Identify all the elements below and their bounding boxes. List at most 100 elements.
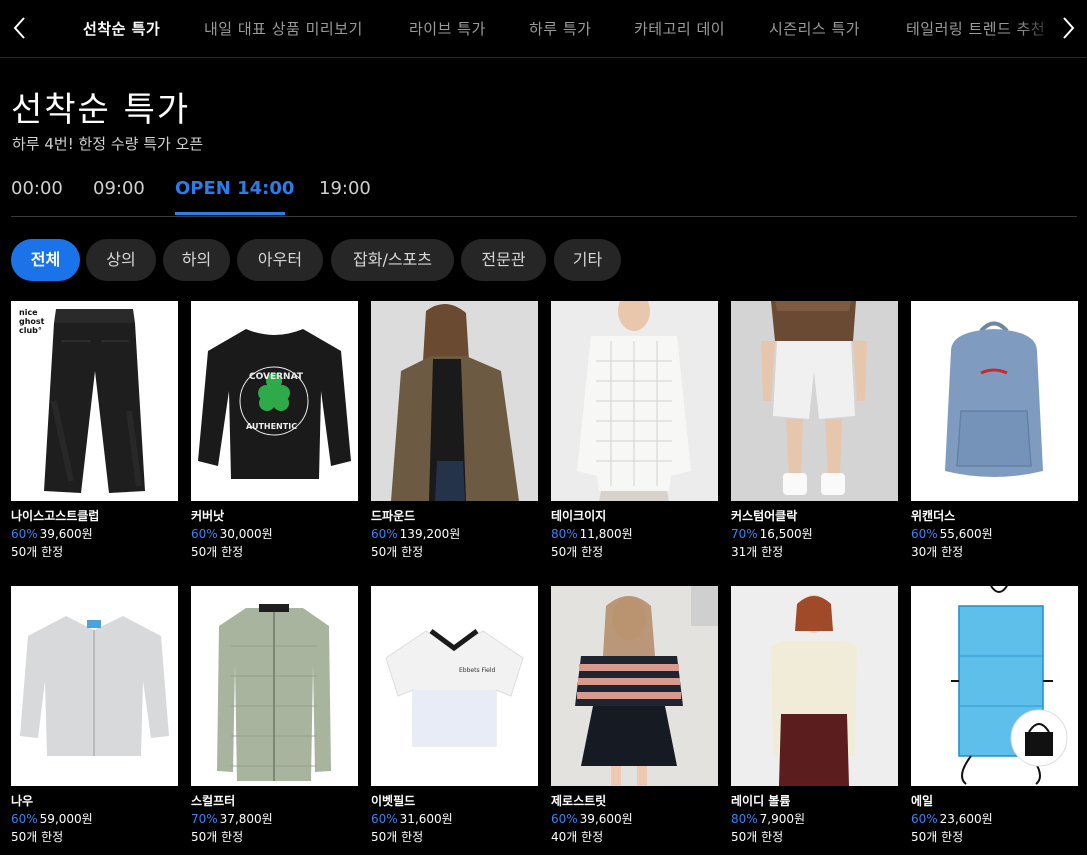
nav-tab-live[interactable]: 라이브 특가: [409, 18, 486, 39]
filter-chip-goods-sports[interactable]: 잡화/스포츠: [331, 239, 454, 281]
filter-chip-bottoms[interactable]: 하의: [163, 239, 230, 281]
product-card[interactable]: 제로스트릿 60% 39,600원 40개 한정: [551, 586, 718, 846]
product-card[interactable]: 드파운드 60% 139,200원 50개 한정: [371, 301, 538, 561]
time-tab-0000[interactable]: 00:00: [11, 178, 63, 199]
product-price: 55,600원: [939, 527, 993, 541]
product-brand: 스컬프터: [191, 794, 236, 808]
product-card[interactable]: nice ghost club° 나이스고스트클럽 60% 39,600원 50개…: [11, 301, 178, 561]
page-title: 선착순 특가: [11, 90, 191, 130]
stock-limit: 30개 한정: [911, 545, 964, 559]
filter-chip-special[interactable]: 전문관: [461, 239, 546, 281]
nav-tab-preview[interactable]: 내일 대표 상품 미리보기: [204, 18, 363, 39]
svg-text:AUTHENTIC: AUTHENTIC: [246, 422, 297, 431]
product-card[interactable]: 위캔더스 60% 55,600원 30개 한정: [911, 301, 1078, 561]
time-tab-1400[interactable]: OPEN 14:00: [175, 178, 294, 199]
filter-chip-outer[interactable]: 아우터: [237, 239, 323, 281]
product-image: [371, 301, 538, 501]
nav-tab-daily[interactable]: 하루 특가: [529, 18, 591, 39]
product-card[interactable]: 스컬프터 70% 37,800원 50개 한정: [191, 586, 358, 846]
product-card[interactable]: COVERNAT AUTHENTIC 커버낫 60% 30,000원 50개 한정: [191, 301, 358, 561]
product-card[interactable]: Ebbets Field 이벳필드 60% 31,600원 50개 한정: [371, 586, 538, 846]
product-image: COVERNAT AUTHENTIC: [191, 301, 358, 501]
svg-text:ghost: ghost: [19, 317, 45, 326]
stock-limit: 50개 한정: [371, 830, 424, 844]
product-card[interactable]: 커스텀어클락 70% 16,500원 31개 한정: [731, 301, 898, 561]
product-price: 31,600원: [399, 812, 453, 826]
top-nav: 선착순 특가 내일 대표 상품 미리보기 라이브 특가 하루 특가 카테고리 데…: [0, 0, 1087, 58]
stock-limit: 50개 한정: [911, 830, 964, 844]
product-price: 7,900원: [759, 812, 806, 826]
discount-rate: 60%: [911, 527, 938, 541]
filter-chip-etc[interactable]: 기타: [554, 239, 621, 281]
discount-rate: 80%: [551, 527, 578, 541]
stock-limit: 50개 한정: [11, 830, 64, 844]
product-price: 16,500원: [759, 527, 813, 541]
product-brand: 커버낫: [191, 509, 225, 523]
product-brand: 드파운드: [371, 509, 416, 523]
product-price: 59,000원: [39, 812, 93, 826]
svg-text:COVERNAT: COVERNAT: [249, 372, 304, 382]
stock-limit: 50개 한정: [191, 545, 244, 559]
svg-text:Ebbets Field: Ebbets Field: [459, 667, 496, 674]
product-image: [911, 586, 1078, 786]
product-brand: 에일: [911, 794, 934, 808]
time-tab-0900[interactable]: 09:00: [93, 178, 145, 199]
product-price: 39,600원: [579, 812, 633, 826]
stock-limit: 40개 한정: [551, 830, 604, 844]
time-tab-indicator: [175, 212, 285, 215]
divider: [11, 216, 1077, 217]
discount-rate: 60%: [191, 527, 218, 541]
product-image: [191, 586, 358, 786]
nav-fade-left: [30, 0, 50, 57]
discount-rate: 60%: [371, 812, 398, 826]
product-brand: 위캔더스: [911, 509, 956, 523]
product-image: [911, 301, 1078, 501]
stock-limit: 50개 한정: [11, 545, 64, 559]
product-brand: 이벳필드: [371, 794, 416, 808]
discount-rate: 60%: [11, 527, 38, 541]
filter-chip-tops[interactable]: 상의: [86, 239, 156, 281]
product-card[interactable]: 테이크이지 80% 11,800원 50개 한정: [551, 301, 718, 561]
product-brand: 테이크이지: [551, 509, 607, 523]
nav-fade-right: [1018, 0, 1058, 57]
product-card[interactable]: 에일 60% 23,600원 50개 한정: [911, 586, 1078, 846]
product-brand: 나우: [11, 794, 34, 808]
discount-rate: 60%: [11, 812, 38, 826]
product-brand: 레이디 볼륨: [731, 794, 791, 808]
discount-rate: 70%: [191, 812, 218, 826]
product-price: 11,800원: [579, 527, 633, 541]
product-price: 39,600원: [39, 527, 93, 541]
chevron-right-icon[interactable]: [1058, 14, 1078, 42]
product-price: 139,200원: [399, 527, 461, 541]
filter-chip-all[interactable]: 전체: [11, 239, 80, 281]
nav-tab-seasonless[interactable]: 시즌리스 특가: [769, 18, 860, 39]
page-subtitle: 하루 4번! 한정 수량 특가 오픈: [12, 135, 204, 153]
discount-rate: 60%: [371, 527, 398, 541]
discount-rate: 60%: [551, 812, 578, 826]
discount-rate: 80%: [731, 812, 758, 826]
product-image: [11, 586, 178, 786]
svg-text:club°: club°: [19, 326, 42, 335]
discount-rate: 70%: [731, 527, 758, 541]
time-tab-1900[interactable]: 19:00: [319, 178, 371, 199]
stock-limit: 50개 한정: [191, 830, 244, 844]
chevron-left-icon[interactable]: [10, 14, 30, 42]
stock-limit: 31개 한정: [731, 545, 784, 559]
product-image: [551, 301, 718, 501]
nav-tab-category-day[interactable]: 카테고리 데이: [634, 18, 725, 39]
product-card[interactable]: 레이디 볼륨 80% 7,900원 50개 한정: [731, 586, 898, 846]
product-price: 37,800원: [219, 812, 273, 826]
product-brand: 제로스트릿: [551, 794, 607, 808]
product-brand: 나이스고스트클럽: [11, 509, 100, 523]
product-image: Ebbets Field: [371, 586, 538, 786]
stock-limit: 50개 한정: [731, 830, 784, 844]
stock-limit: 50개 한정: [551, 545, 604, 559]
product-brand: 커스텀어클락: [731, 509, 798, 523]
product-image: [731, 301, 898, 501]
stock-limit: 50개 한정: [371, 545, 424, 559]
product-card[interactable]: 나우 60% 59,000원 50개 한정: [11, 586, 178, 846]
product-price: 23,600원: [939, 812, 993, 826]
discount-rate: 60%: [911, 812, 938, 826]
nav-tab-first-come[interactable]: 선착순 특가: [83, 18, 160, 39]
brand-logo-text: nice: [19, 308, 38, 317]
